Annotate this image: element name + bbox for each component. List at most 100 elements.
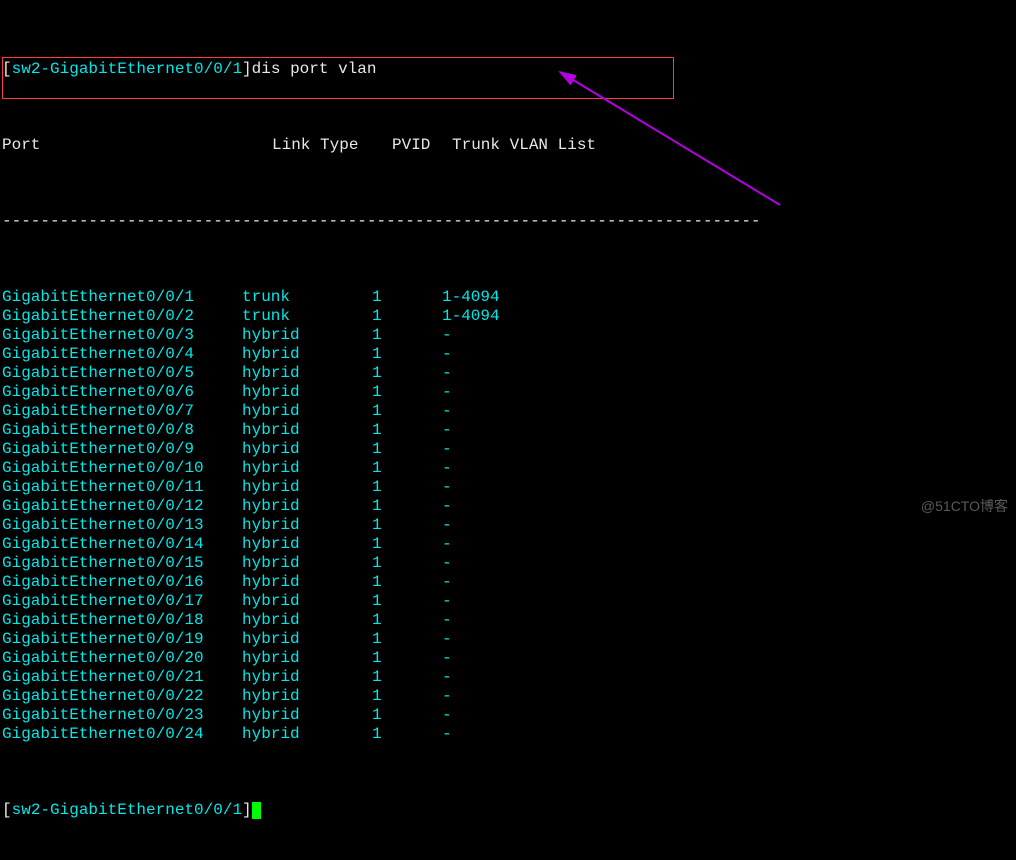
cell-trunk-vlan-list: - [442, 345, 452, 364]
cell-port: GigabitEthernet0/0/24 [2, 725, 242, 744]
cell-link-type: hybrid [242, 649, 372, 668]
cell-trunk-vlan-list: - [442, 573, 452, 592]
cell-port: GigabitEthernet0/0/7 [2, 402, 242, 421]
command-text: dis port vlan [252, 60, 377, 78]
cell-pvid: 1 [372, 364, 442, 383]
cell-trunk-vlan-list: - [442, 402, 452, 421]
cell-trunk-vlan-list: - [442, 725, 452, 744]
cell-pvid: 1 [372, 421, 442, 440]
prompt-bracket-open: [ [2, 801, 12, 819]
cell-link-type: hybrid [242, 345, 372, 364]
cell-pvid: 1 [372, 402, 442, 421]
cell-pvid: 1 [372, 668, 442, 687]
table-row: GigabitEthernet0/0/6hybrid1- [2, 383, 1014, 402]
cell-port: GigabitEthernet0/0/11 [2, 478, 242, 497]
cell-pvid: 1 [372, 725, 442, 744]
cursor-icon[interactable] [252, 802, 261, 819]
table-row: GigabitEthernet0/0/16hybrid1- [2, 573, 1014, 592]
cell-trunk-vlan-list: - [442, 687, 452, 706]
cell-link-type: hybrid [242, 611, 372, 630]
cell-port: GigabitEthernet0/0/20 [2, 649, 242, 668]
cell-port: GigabitEthernet0/0/6 [2, 383, 242, 402]
col-header-link-type: Link Type [272, 136, 392, 155]
cell-port: GigabitEthernet0/0/2 [2, 307, 242, 326]
prompt-bracket-close: ] [242, 801, 252, 819]
cell-port: GigabitEthernet0/0/23 [2, 706, 242, 725]
cell-link-type: hybrid [242, 687, 372, 706]
cell-pvid: 1 [372, 440, 442, 459]
table-row: GigabitEthernet0/0/12hybrid1- [2, 497, 1014, 516]
cell-port: GigabitEthernet0/0/18 [2, 611, 242, 630]
cell-port: GigabitEthernet0/0/12 [2, 497, 242, 516]
cell-link-type: hybrid [242, 326, 372, 345]
cell-trunk-vlan-list: - [442, 364, 452, 383]
cell-trunk-vlan-list: 1-4094 [442, 288, 500, 307]
table-row: GigabitEthernet0/0/22hybrid1- [2, 687, 1014, 706]
cell-trunk-vlan-list: - [442, 478, 452, 497]
table-header: PortLink TypePVIDTrunk VLAN List [2, 136, 1014, 155]
cell-link-type: hybrid [242, 459, 372, 478]
table-row: GigabitEthernet0/0/21hybrid1- [2, 668, 1014, 687]
cell-link-type: hybrid [242, 592, 372, 611]
table-row: GigabitEthernet0/0/1trunk11-4094 [2, 288, 1014, 307]
cell-link-type: hybrid [242, 668, 372, 687]
cell-trunk-vlan-list: - [442, 706, 452, 725]
cell-trunk-vlan-list: - [442, 516, 452, 535]
cell-pvid: 1 [372, 326, 442, 345]
cell-trunk-vlan-list: - [442, 383, 452, 402]
terminal-output[interactable]: [sw2-GigabitEthernet0/0/1]dis port vlan … [0, 0, 1016, 860]
cell-trunk-vlan-list: - [442, 611, 452, 630]
cell-link-type: hybrid [242, 383, 372, 402]
cell-pvid: 1 [372, 573, 442, 592]
cell-pvid: 1 [372, 478, 442, 497]
cell-pvid: 1 [372, 687, 442, 706]
cell-port: GigabitEthernet0/0/17 [2, 592, 242, 611]
cell-trunk-vlan-list: - [442, 554, 452, 573]
cell-port: GigabitEthernet0/0/1 [2, 288, 242, 307]
cell-port: GigabitEthernet0/0/13 [2, 516, 242, 535]
cell-trunk-vlan-list: - [442, 592, 452, 611]
cell-pvid: 1 [372, 516, 442, 535]
cell-pvid: 1 [372, 345, 442, 364]
table-row: GigabitEthernet0/0/17hybrid1- [2, 592, 1014, 611]
watermark-label: @51CTO博客 [921, 497, 1008, 516]
footer-prompt-line[interactable]: [sw2-GigabitEthernet0/0/1] [2, 801, 1014, 820]
cell-pvid: 1 [372, 459, 442, 478]
cell-pvid: 1 [372, 592, 442, 611]
cell-link-type: hybrid [242, 421, 372, 440]
cell-port: GigabitEthernet0/0/8 [2, 421, 242, 440]
cell-port: GigabitEthernet0/0/21 [2, 668, 242, 687]
table-row: GigabitEthernet0/0/10hybrid1- [2, 459, 1014, 478]
cell-pvid: 1 [372, 497, 442, 516]
divider-line: ----------------------------------------… [2, 212, 1014, 231]
cell-link-type: trunk [242, 288, 372, 307]
cell-link-type: hybrid [242, 440, 372, 459]
cell-pvid: 1 [372, 383, 442, 402]
cell-trunk-vlan-list: - [442, 668, 452, 687]
cell-link-type: hybrid [242, 706, 372, 725]
table-row: GigabitEthernet0/0/13hybrid1- [2, 516, 1014, 535]
cell-trunk-vlan-list: - [442, 497, 452, 516]
cell-trunk-vlan-list: - [442, 649, 452, 668]
prompt-context: sw2-GigabitEthernet0/0/1 [12, 60, 242, 78]
prompt-bracket-close: ] [242, 60, 252, 78]
table-row: GigabitEthernet0/0/3hybrid1- [2, 326, 1014, 345]
col-header-port: Port [2, 136, 272, 155]
cell-link-type: hybrid [242, 516, 372, 535]
col-header-trunk-vlan-list: Trunk VLAN List [452, 136, 596, 155]
cell-link-type: hybrid [242, 725, 372, 744]
cell-link-type: hybrid [242, 554, 372, 573]
cell-link-type: trunk [242, 307, 372, 326]
table-row: GigabitEthernet0/0/5hybrid1- [2, 364, 1014, 383]
table-row: GigabitEthernet0/0/4hybrid1- [2, 345, 1014, 364]
table-row: GigabitEthernet0/0/24hybrid1- [2, 725, 1014, 744]
cell-trunk-vlan-list: 1-4094 [442, 307, 500, 326]
table-row: GigabitEthernet0/0/8hybrid1- [2, 421, 1014, 440]
table-row: GigabitEthernet0/0/9hybrid1- [2, 440, 1014, 459]
cell-pvid: 1 [372, 706, 442, 725]
cell-link-type: hybrid [242, 497, 372, 516]
table-row: GigabitEthernet0/0/15hybrid1- [2, 554, 1014, 573]
cell-link-type: hybrid [242, 573, 372, 592]
cell-trunk-vlan-list: - [442, 421, 452, 440]
cell-pvid: 1 [372, 649, 442, 668]
